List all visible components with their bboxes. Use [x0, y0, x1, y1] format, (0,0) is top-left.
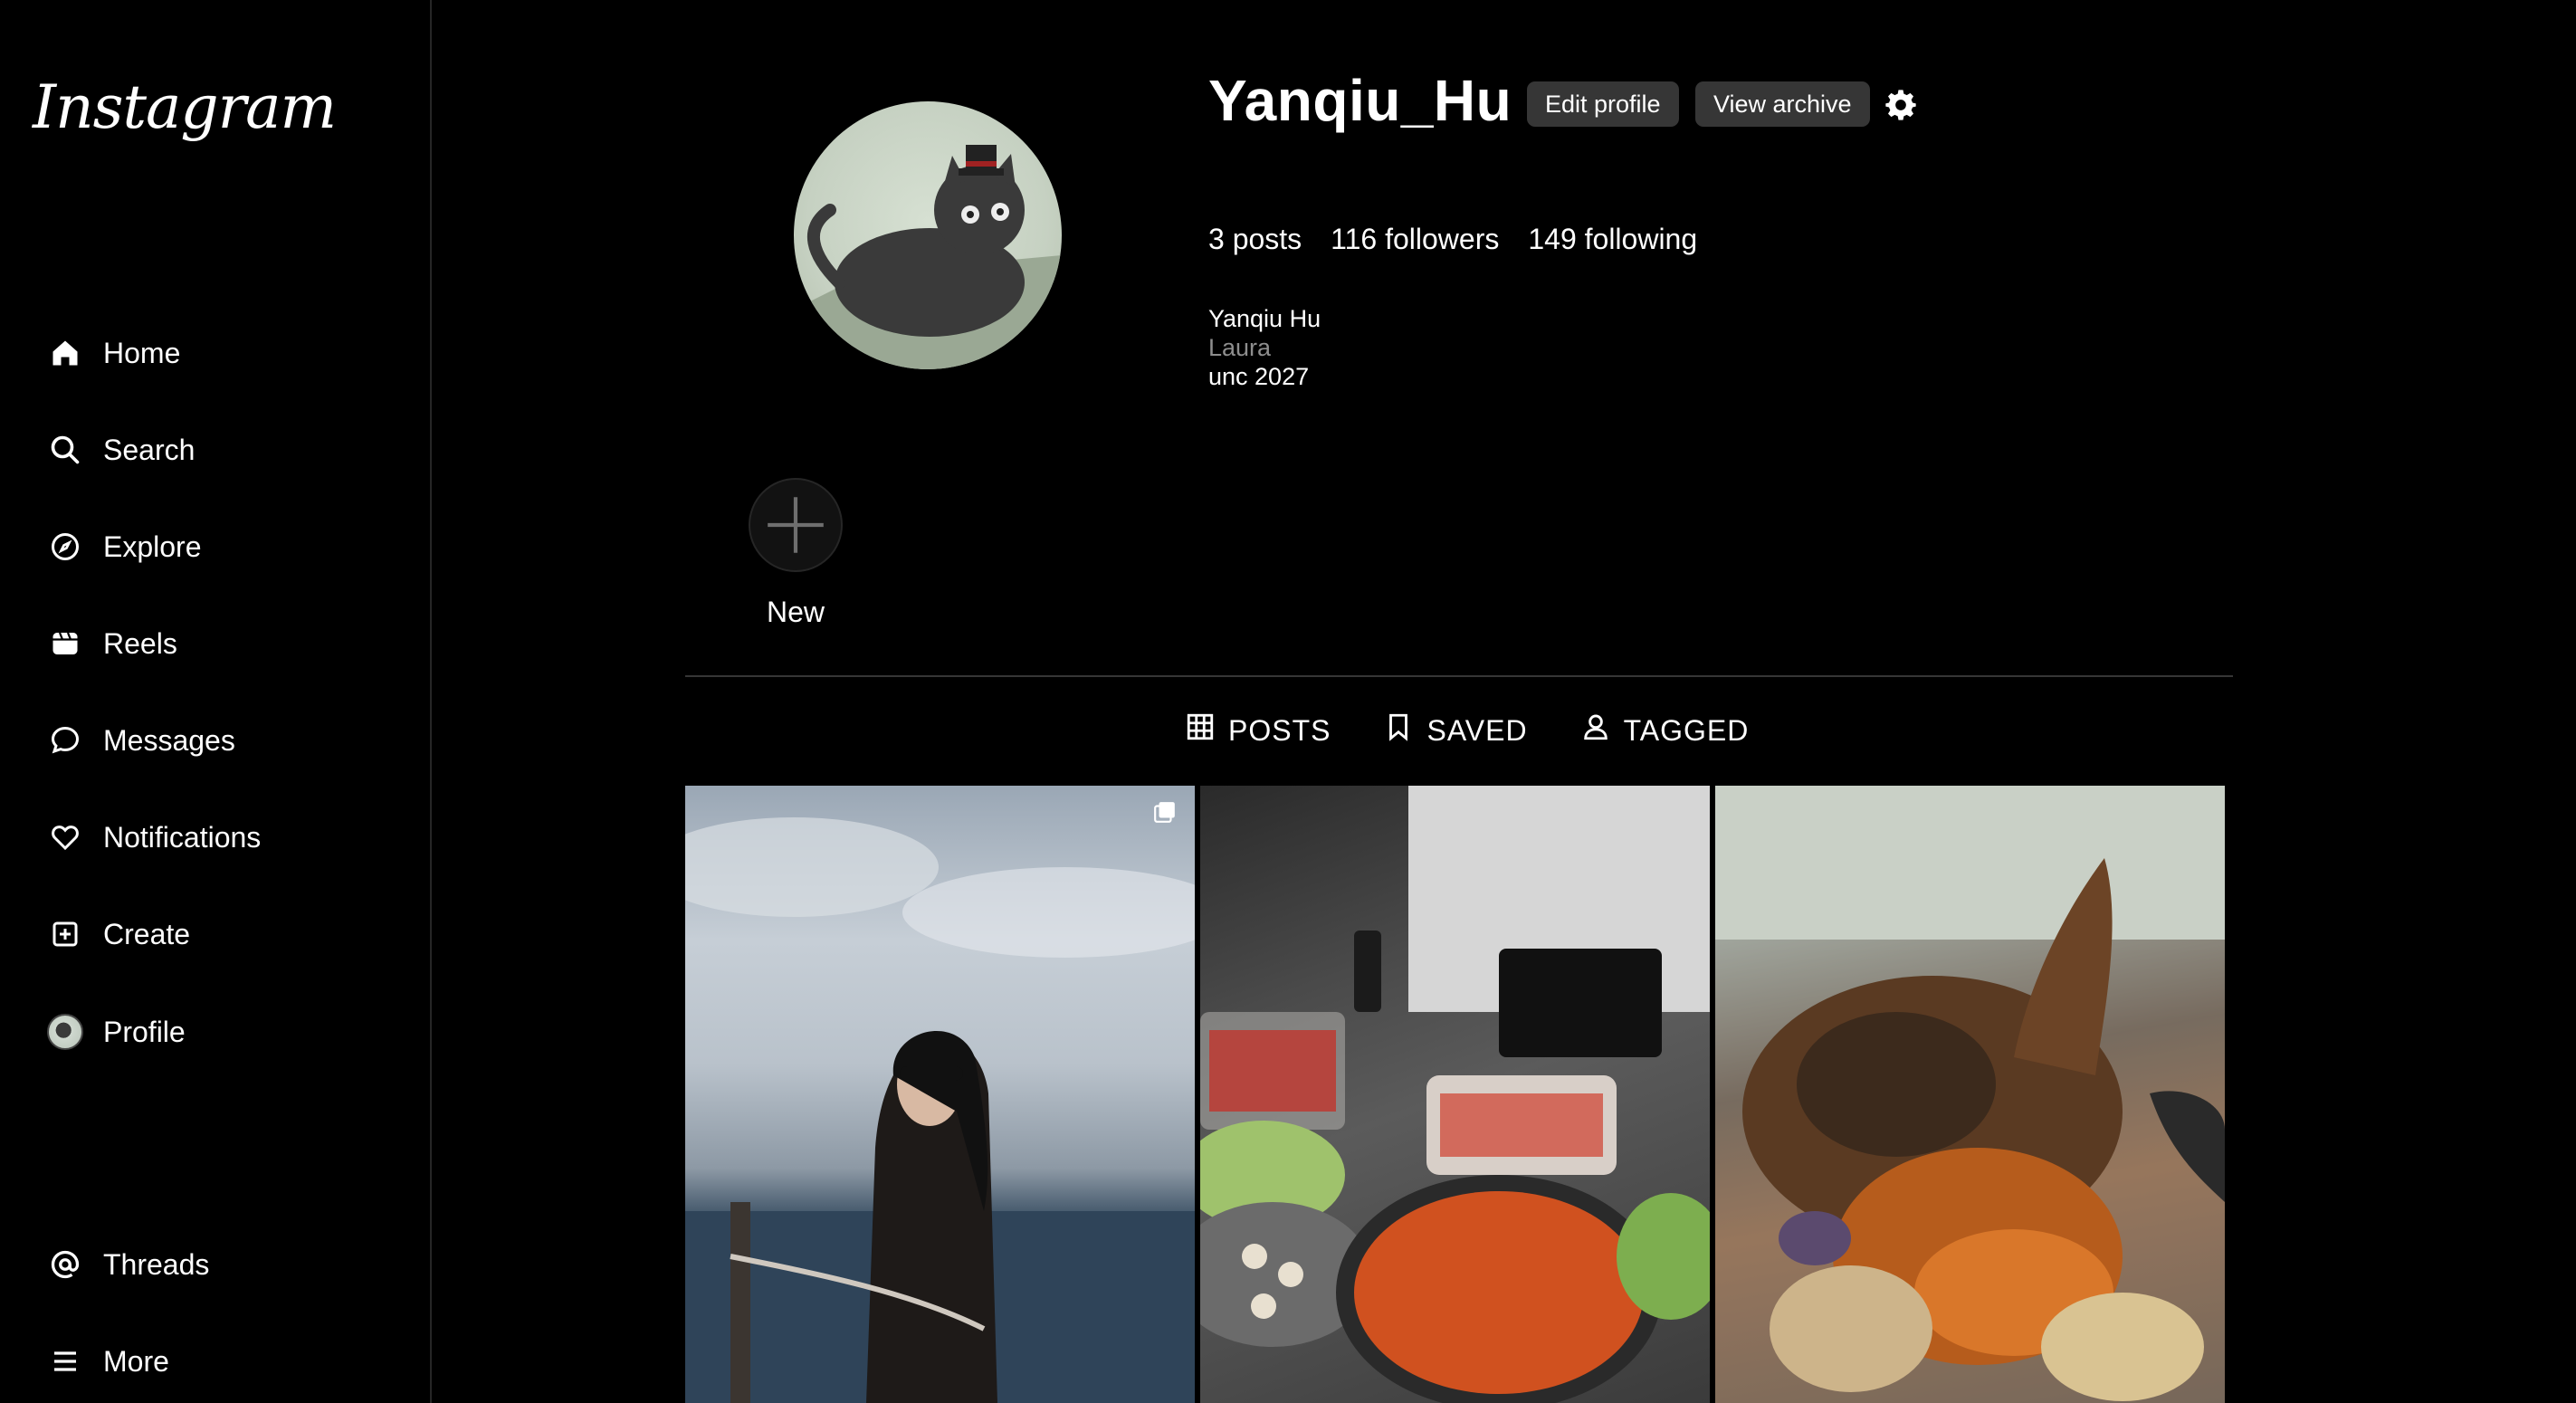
sidebar-item-label: Messages	[103, 723, 235, 757]
following-count[interactable]: 149 following	[1528, 223, 1697, 256]
sidebar-item-label: Search	[103, 433, 196, 466]
message-icon	[47, 722, 83, 759]
bio-name: Yanqiu Hu	[1208, 305, 1321, 332]
post-thumbnail[interactable]	[685, 786, 1195, 1403]
sidebar-item-reels[interactable]: Reels	[47, 612, 177, 675]
avatar	[47, 1014, 83, 1050]
tab-label: POSTS	[1228, 713, 1331, 747]
menu-icon	[47, 1343, 83, 1379]
sidebar-item-label: Notifications	[103, 820, 262, 854]
profile-bio: Yanqiu Hu Laura unc 2027	[1208, 304, 1321, 391]
instagram-app: Instagram Home Search Explore Reels Mess…	[0, 0, 2576, 1403]
view-archive-button[interactable]: View archive	[1695, 81, 1870, 127]
sidebar-item-more[interactable]: More	[47, 1330, 169, 1393]
tab-label: TAGGED	[1623, 713, 1750, 747]
sidebar-item-search[interactable]: Search	[47, 418, 195, 482]
sidebar-item-home[interactable]: Home	[47, 321, 180, 385]
profile-tabs: POSTS SAVED TAGGED	[1185, 711, 1749, 749]
bookmark-icon	[1383, 711, 1414, 749]
plus-square-icon	[47, 916, 83, 952]
new-highlight-button[interactable]: New	[747, 478, 844, 629]
posts-count: 3 posts	[1208, 223, 1302, 255]
profile-username: Yanqiu_Hu	[1208, 68, 1512, 133]
sidebar-item-notifications[interactable]: Notifications	[47, 806, 261, 869]
bio-text: unc 2027	[1208, 363, 1310, 390]
sidebar-item-label: Reels	[103, 626, 177, 660]
heart-icon	[47, 819, 83, 855]
sidebar-item-label: Create	[103, 917, 191, 950]
tab-label: SAVED	[1426, 713, 1528, 747]
sidebar-item-profile[interactable]: Profile	[47, 1000, 186, 1064]
sidebar-item-label: Explore	[103, 530, 202, 563]
compass-icon	[47, 529, 83, 565]
profile-avatar[interactable]	[794, 101, 1062, 369]
highlight-label: New	[766, 596, 825, 628]
threads-icon	[47, 1246, 83, 1283]
sidebar-item-label: Profile	[103, 1015, 186, 1048]
tab-posts[interactable]: POSTS	[1185, 711, 1331, 749]
gear-icon[interactable]	[1883, 87, 1919, 123]
grid-icon	[1185, 711, 1216, 749]
sidebar-item-label: More	[103, 1344, 169, 1378]
profile-stats: 3 posts 116 followers 149 following	[1208, 223, 1697, 256]
post-thumbnail[interactable]	[1200, 786, 1710, 1403]
plus-icon	[749, 478, 843, 572]
edit-profile-button[interactable]: Edit profile	[1527, 81, 1679, 127]
search-icon	[47, 432, 83, 468]
sidebar-item-create[interactable]: Create	[47, 902, 190, 966]
person-icon	[1580, 711, 1611, 749]
bio-pronouns: Laura	[1208, 334, 1272, 361]
home-icon	[47, 335, 83, 371]
sidebar-item-label: Threads	[103, 1247, 210, 1281]
followers-count[interactable]: 116 followers	[1331, 223, 1499, 256]
multiple-photos-icon	[1153, 800, 1177, 824]
tabs-divider	[685, 675, 2233, 677]
sidebar: Instagram Home Search Explore Reels Mess…	[0, 0, 432, 1403]
sidebar-item-messages[interactable]: Messages	[47, 709, 235, 772]
sidebar-item-threads[interactable]: Threads	[47, 1233, 209, 1296]
instagram-logo[interactable]: Instagram	[33, 72, 337, 142]
sidebar-item-label: Home	[103, 336, 181, 369]
tab-saved[interactable]: SAVED	[1383, 711, 1527, 749]
profile-main: Yanqiu_Hu Edit profile View archive 3 po…	[432, 0, 2576, 1403]
posts-grid	[685, 786, 2225, 1403]
tab-tagged[interactable]: TAGGED	[1580, 711, 1750, 749]
sidebar-item-explore[interactable]: Explore	[47, 515, 202, 578]
reels-icon	[47, 625, 83, 662]
post-thumbnail[interactable]	[1715, 786, 2225, 1403]
